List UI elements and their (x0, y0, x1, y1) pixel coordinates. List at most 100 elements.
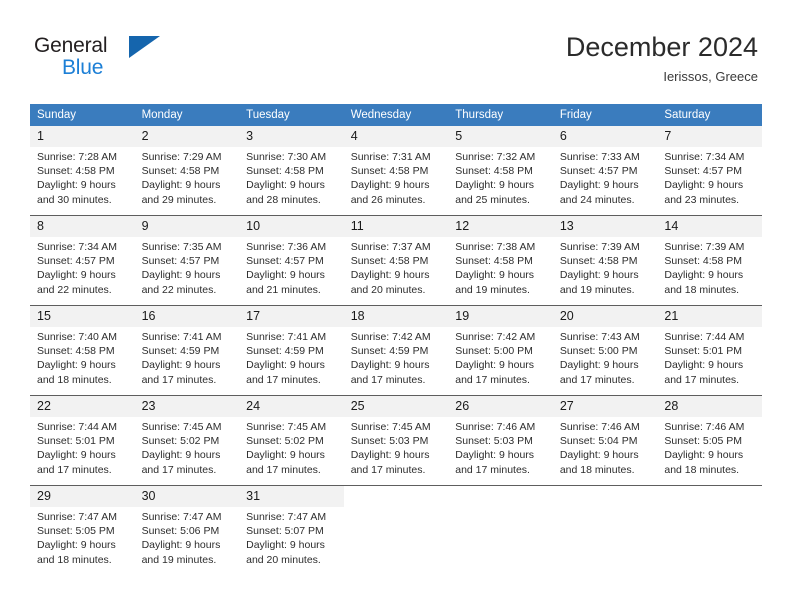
calendar-day-cell[interactable]: 26 Sunrise: 7:46 AM Sunset: 5:03 PM Dayligh… (448, 395, 553, 486)
daylight-duration-line2: and 22 minutes. (141, 283, 217, 296)
day-number: 10 (239, 216, 344, 237)
calendar-day-cell[interactable]: 28 Sunrise: 7:46 AM Sunset: 5:05 PM Dayligh… (657, 395, 762, 486)
day-number: 19 (448, 306, 553, 327)
calendar-day-cell[interactable]: 17 Sunrise: 7:41 AM Sunset: 4:59 PM Dayligh… (239, 305, 344, 396)
calendar-day-cell[interactable]: 10 Sunrise: 7:36 AM Sunset: 4:57 PM Dayligh… (239, 215, 344, 306)
daylight-duration-line2: and 17 minutes. (37, 463, 112, 476)
sunrise-time: Sunrise: 7:46 AM (559, 421, 640, 433)
daylight-duration-line1: Daylight: 9 hours (246, 539, 325, 552)
sunrise-time: Sunrise: 7:42 AM (455, 331, 536, 343)
calendar-day-cell[interactable]: 3 Sunrise: 7:30 AM Sunset: 4:58 PM Daylight… (239, 126, 344, 216)
sunrise-time: Sunrise: 7:41 AM (246, 331, 327, 343)
daylight-duration-line1: Daylight: 9 hours (559, 359, 639, 372)
calendar-day-cell[interactable]: 15 Sunrise: 7:40 AM Sunset: 4:58 PM Dayligh… (30, 305, 135, 396)
day-number: 25 (343, 396, 449, 417)
day-details: Sunrise: 7:37 AM Sunset: 4:58 PM Daylight:… (344, 237, 449, 297)
calendar-day-cell[interactable]: 6 Sunrise: 7:33 AM Sunset: 4:57 PM Daylight… (552, 126, 658, 216)
calendar-day-cell[interactable]: 19 Sunrise: 7:42 AM Sunset: 5:00 PM Dayligh… (448, 305, 553, 396)
calendar-day-cell[interactable]: 1 Sunrise: 7:28 AM Sunset: 4:58 PM Daylight… (30, 126, 135, 216)
calendar-day-cell[interactable]: 16 Sunrise: 7:41 AM Sunset: 4:59 PM Dayligh… (134, 305, 240, 396)
sunset-time: Sunset: 4:58 PM (350, 165, 429, 178)
calendar-day-cell[interactable]: 31 Sunrise: 7:47 AM Sunset: 5:07 PM Dayligh… (239, 485, 344, 575)
day-number (343, 486, 449, 507)
daylight-duration-line2: and 17 minutes. (350, 373, 426, 386)
weekday-header-friday: Friday (552, 104, 658, 126)
day-number (657, 486, 762, 507)
sunset-time: Sunset: 4:57 PM (664, 165, 743, 178)
day-number: 22 (30, 396, 135, 417)
daylight-duration-line1: Daylight: 9 hours (141, 359, 221, 372)
sunset-time: Sunset: 4:57 PM (37, 255, 115, 268)
weekday-header-wednesday: Wednesday (343, 104, 449, 126)
calendar-day-cell[interactable]: 24 Sunrise: 7:45 AM Sunset: 5:02 PM Dayligh… (239, 395, 344, 486)
sunset-time: Sunset: 4:58 PM (37, 345, 115, 358)
sunrise-time: Sunrise: 7:46 AM (664, 421, 745, 433)
sunrise-time: Sunrise: 7:31 AM (350, 151, 431, 163)
sunrise-time: Sunrise: 7:46 AM (455, 421, 536, 433)
daylight-duration-line1: Daylight: 9 hours (141, 179, 221, 192)
calendar-day-cell[interactable]: 29 Sunrise: 7:47 AM Sunset: 5:05 PM Dayligh… (30, 485, 135, 575)
daylight-duration-line2: and 22 minutes. (37, 283, 112, 296)
day-number: 31 (239, 486, 344, 507)
calendar-day-cell[interactable]: 4 Sunrise: 7:31 AM Sunset: 4:58 PM Daylight… (343, 126, 449, 216)
calendar-day-cell[interactable]: 22 Sunrise: 7:44 AM Sunset: 5:01 PM Dayligh… (30, 395, 135, 486)
daylight-duration-line2: and 20 minutes. (246, 553, 321, 566)
page-header: General Blue December 2024 Ierissos, Gre… (0, 0, 792, 100)
calendar-day-cell[interactable]: 9 Sunrise: 7:35 AM Sunset: 4:57 PM Daylight… (134, 215, 240, 306)
day-number: 17 (239, 306, 344, 327)
daylight-duration-line1: Daylight: 9 hours (664, 179, 744, 192)
page-subtitle-location: Ierissos, Greece (663, 69, 758, 84)
daylight-duration-line1: Daylight: 9 hours (455, 179, 535, 192)
day-number: 4 (343, 126, 449, 147)
daylight-duration-line1: Daylight: 9 hours (664, 269, 744, 282)
calendar-day-cell[interactable]: 8 Sunrise: 7:34 AM Sunset: 4:57 PM Daylight… (30, 215, 135, 306)
calendar-day-cell[interactable]: 18 Sunrise: 7:42 AM Sunset: 4:59 PM Dayligh… (343, 305, 449, 396)
calendar-day-cell[interactable]: 21 Sunrise: 7:44 AM Sunset: 5:01 PM Dayligh… (657, 305, 762, 396)
sunset-time: Sunset: 5:03 PM (350, 435, 429, 448)
daylight-duration-line2: and 18 minutes. (664, 283, 740, 296)
daylight-duration-line1: Daylight: 9 hours (246, 359, 325, 372)
day-details: Sunrise: 7:29 AM Sunset: 4:58 PM Daylight:… (135, 147, 240, 207)
logo-text-blue: Blue (62, 56, 104, 79)
day-number: 7 (657, 126, 762, 147)
calendar-day-cell[interactable]: 14 Sunrise: 7:39 AM Sunset: 4:58 PM Dayligh… (657, 215, 762, 306)
weekday-header-saturday: Saturday (657, 104, 762, 126)
sunrise-time: Sunrise: 7:29 AM (141, 151, 222, 163)
sunrise-time: Sunrise: 7:45 AM (246, 421, 327, 433)
day-details: Sunrise: 7:41 AM Sunset: 4:59 PM Daylight:… (239, 327, 344, 387)
sunrise-time: Sunrise: 7:37 AM (350, 241, 431, 253)
calendar-day-cell[interactable]: 30 Sunrise: 7:47 AM Sunset: 5:06 PM Dayligh… (134, 485, 240, 575)
daylight-duration-line2: and 26 minutes. (350, 193, 426, 206)
daylight-duration-line1: Daylight: 9 hours (559, 269, 639, 282)
sunset-time: Sunset: 5:07 PM (246, 525, 324, 538)
sunset-time: Sunset: 5:00 PM (455, 345, 533, 358)
sunrise-time: Sunrise: 7:39 AM (664, 241, 745, 253)
day-details: Sunrise: 7:46 AM Sunset: 5:05 PM Daylight:… (657, 417, 762, 477)
daylight-duration-line1: Daylight: 9 hours (37, 179, 116, 192)
general-blue-logo[interactable]: General Blue (34, 34, 234, 86)
sunset-time: Sunset: 4:57 PM (246, 255, 324, 268)
day-details: Sunrise: 7:43 AM Sunset: 5:00 PM Daylight:… (553, 327, 658, 387)
daylight-duration-line2: and 18 minutes. (664, 463, 740, 476)
calendar-day-cell[interactable]: 11 Sunrise: 7:37 AM Sunset: 4:58 PM Dayligh… (343, 215, 449, 306)
calendar-day-cell[interactable]: 25 Sunrise: 7:45 AM Sunset: 5:03 PM Dayligh… (343, 395, 449, 486)
weekday-header-monday: Monday (134, 104, 240, 126)
calendar-day-cell[interactable]: 13 Sunrise: 7:39 AM Sunset: 4:58 PM Dayligh… (552, 215, 658, 306)
sunset-time: Sunset: 4:59 PM (350, 345, 429, 358)
sunset-time: Sunset: 5:03 PM (455, 435, 533, 448)
sunset-time: Sunset: 4:58 PM (664, 255, 743, 268)
calendar-day-cell[interactable]: 2 Sunrise: 7:29 AM Sunset: 4:58 PM Daylight… (134, 126, 240, 216)
daylight-duration-line2: and 30 minutes. (37, 193, 112, 206)
calendar-day-cell[interactable]: 5 Sunrise: 7:32 AM Sunset: 4:58 PM Daylight… (448, 126, 553, 216)
calendar-day-cell[interactable]: 7 Sunrise: 7:34 AM Sunset: 4:57 PM Daylight… (657, 126, 762, 216)
daylight-duration-line2: and 17 minutes. (455, 373, 530, 386)
calendar-day-cell[interactable]: 23 Sunrise: 7:45 AM Sunset: 5:02 PM Dayligh… (134, 395, 240, 486)
calendar-day-cell[interactable]: 20 Sunrise: 7:43 AM Sunset: 5:00 PM Dayligh… (552, 305, 658, 396)
day-details: Sunrise: 7:46 AM Sunset: 5:03 PM Daylight:… (448, 417, 553, 477)
daylight-duration-line2: and 23 minutes. (664, 193, 740, 206)
sunset-time: Sunset: 5:05 PM (664, 435, 743, 448)
day-details: Sunrise: 7:46 AM Sunset: 5:04 PM Daylight:… (553, 417, 658, 477)
sunrise-time: Sunrise: 7:41 AM (141, 331, 222, 343)
calendar-day-cell[interactable]: 27 Sunrise: 7:46 AM Sunset: 5:04 PM Dayligh… (552, 395, 658, 486)
calendar-day-cell[interactable]: 12 Sunrise: 7:38 AM Sunset: 4:58 PM Dayligh… (448, 215, 553, 306)
